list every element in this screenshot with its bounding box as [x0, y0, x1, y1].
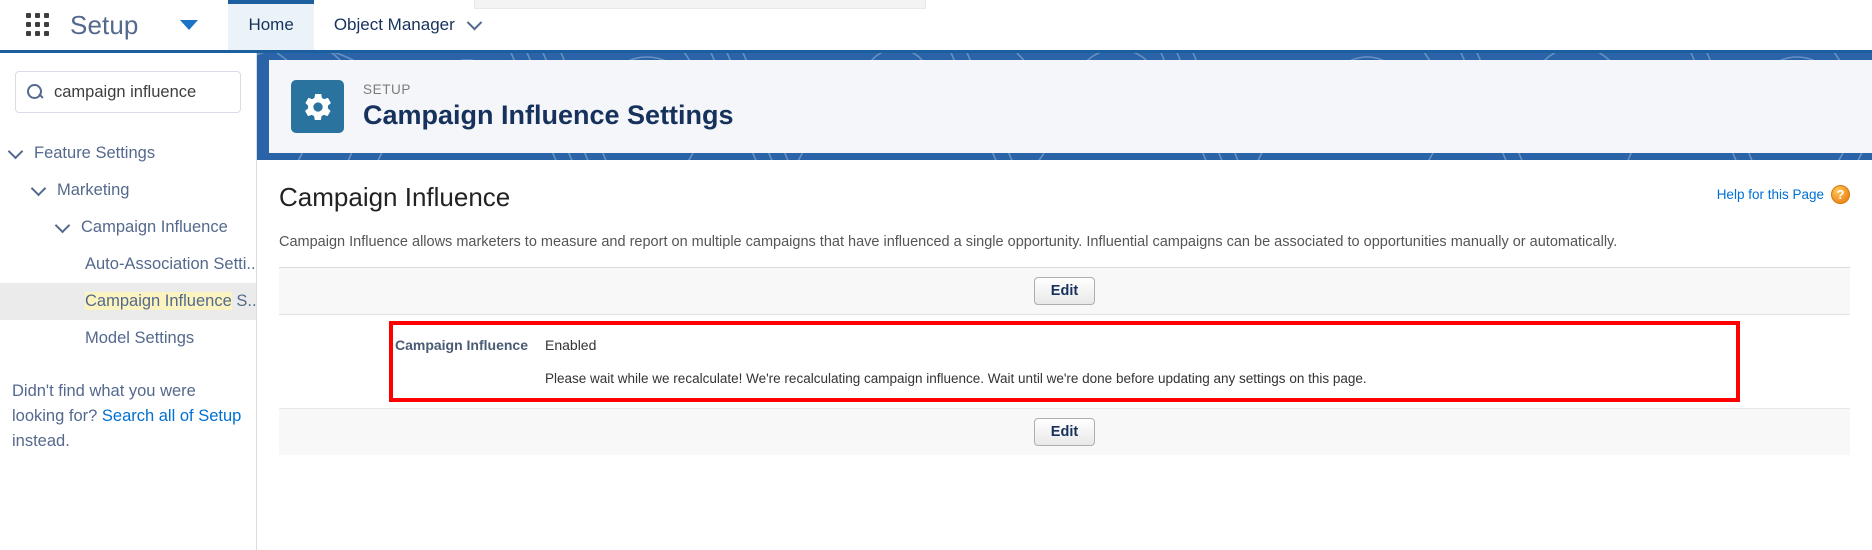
page-content: Help for this Page ? Campaign Influence … [257, 160, 1872, 455]
setup-tree: Feature Settings Marketing Campaign Infl… [0, 135, 256, 357]
search-input[interactable] [54, 82, 230, 102]
app-launcher-waffle-icon[interactable] [24, 11, 52, 39]
setup-page: Setup Home Object Manager Feature Settin… [0, 0, 1872, 550]
main-region: SETUP Campaign Influence Settings Help f… [257, 53, 1872, 550]
settings-detail-area: Campaign Influence Enabled Please wait w… [279, 321, 1850, 402]
sidebar-item-label: Auto-Association Setti... [85, 255, 256, 273]
setup-caret-down-icon[interactable] [180, 20, 199, 30]
sidebar-item-label: Model Settings [85, 329, 195, 347]
chevron-down-icon[interactable] [7, 143, 24, 160]
sidebar-footer: Didn't find what you were looking for? S… [0, 379, 256, 454]
page-banner: SETUP Campaign Influence Settings [257, 53, 1872, 160]
search-all-setup-link[interactable]: Search all of Setup [102, 407, 241, 425]
top-button-row: Edit [279, 268, 1850, 315]
sidebar-item-label-rest: S... [236, 292, 256, 310]
edit-button-bottom[interactable]: Edit [1033, 418, 1096, 446]
page-title: Campaign Influence Settings [363, 100, 734, 130]
sidebar-item-campaign-influence-settings[interactable]: Campaign Influence S... [0, 283, 256, 320]
tab-object-manager[interactable]: Object Manager [314, 0, 500, 50]
field-row-campaign-influence: Campaign Influence Enabled [393, 335, 1736, 355]
recalculating-note-row: Please wait while we recalculate! We're … [393, 355, 1736, 386]
tab-home[interactable]: Home [228, 0, 315, 50]
quick-find-box[interactable] [15, 71, 241, 113]
global-header: Setup Home Object Manager [0, 0, 1872, 53]
content-inner: Help for this Page ? Campaign Influence … [271, 160, 1858, 455]
sidebar-item-label: Campaign Influence [81, 218, 228, 236]
quick-find-wrap [0, 71, 256, 113]
bottom-button-row: Edit [279, 408, 1850, 455]
chevron-down-icon[interactable] [54, 217, 71, 234]
sidebar-footer-text-after: instead. [12, 432, 70, 450]
field-value: Enabled [545, 337, 597, 353]
sidebar-item-label: Campaign Influence S... [85, 292, 256, 311]
settings-block: Edit Campaign Influence Enabled Please w… [279, 267, 1850, 455]
search-match-highlight: Campaign Influence [85, 292, 232, 310]
edit-button-top[interactable]: Edit [1033, 277, 1096, 305]
sidebar-item-feature-settings[interactable]: Feature Settings [0, 135, 256, 172]
tab-object-manager-label: Object Manager [333, 15, 455, 34]
sidebar-item-label: Marketing [57, 181, 130, 199]
tab-home-label: Home [248, 15, 294, 34]
overlay-panel-edge [474, 0, 926, 9]
sidebar-item-campaign-influence[interactable]: Campaign Influence [0, 209, 256, 246]
sidebar-item-label: Feature Settings [34, 144, 156, 162]
page-eyebrow: SETUP [363, 82, 412, 97]
section-title: Campaign Influence [279, 182, 511, 212]
note-spacer [393, 371, 545, 386]
nav-tabs: Home Object Manager [228, 0, 499, 50]
gear-icon [291, 80, 344, 133]
section-description: Campaign Influence allows marketers to m… [279, 234, 1618, 250]
field-label: Campaign Influence [394, 337, 528, 353]
help-for-this-page-link[interactable]: Help for this Page ? [1717, 185, 1850, 204]
highlighted-settings-region: Campaign Influence Enabled Please wait w… [389, 321, 1740, 402]
help-link-label: Help for this Page [1716, 187, 1824, 202]
sidebar-item-marketing[interactable]: Marketing [0, 172, 256, 209]
page-header-text: SETUP Campaign Influence Settings [363, 82, 734, 131]
sidebar-item-auto-association-settings[interactable]: Auto-Association Setti... [0, 246, 256, 283]
page-header-card: SETUP Campaign Influence Settings [269, 60, 1872, 153]
setup-sidebar: Feature Settings Marketing Campaign Infl… [0, 53, 257, 550]
help-question-icon: ? [1831, 185, 1850, 204]
search-icon [26, 83, 44, 101]
setup-title: Setup [70, 9, 139, 40]
sidebar-item-model-settings[interactable]: Model Settings [0, 320, 256, 357]
chevron-down-icon [466, 14, 483, 30]
chevron-down-icon[interactable] [30, 180, 47, 197]
recalculating-note: Please wait while we recalculate! We're … [545, 371, 1367, 386]
